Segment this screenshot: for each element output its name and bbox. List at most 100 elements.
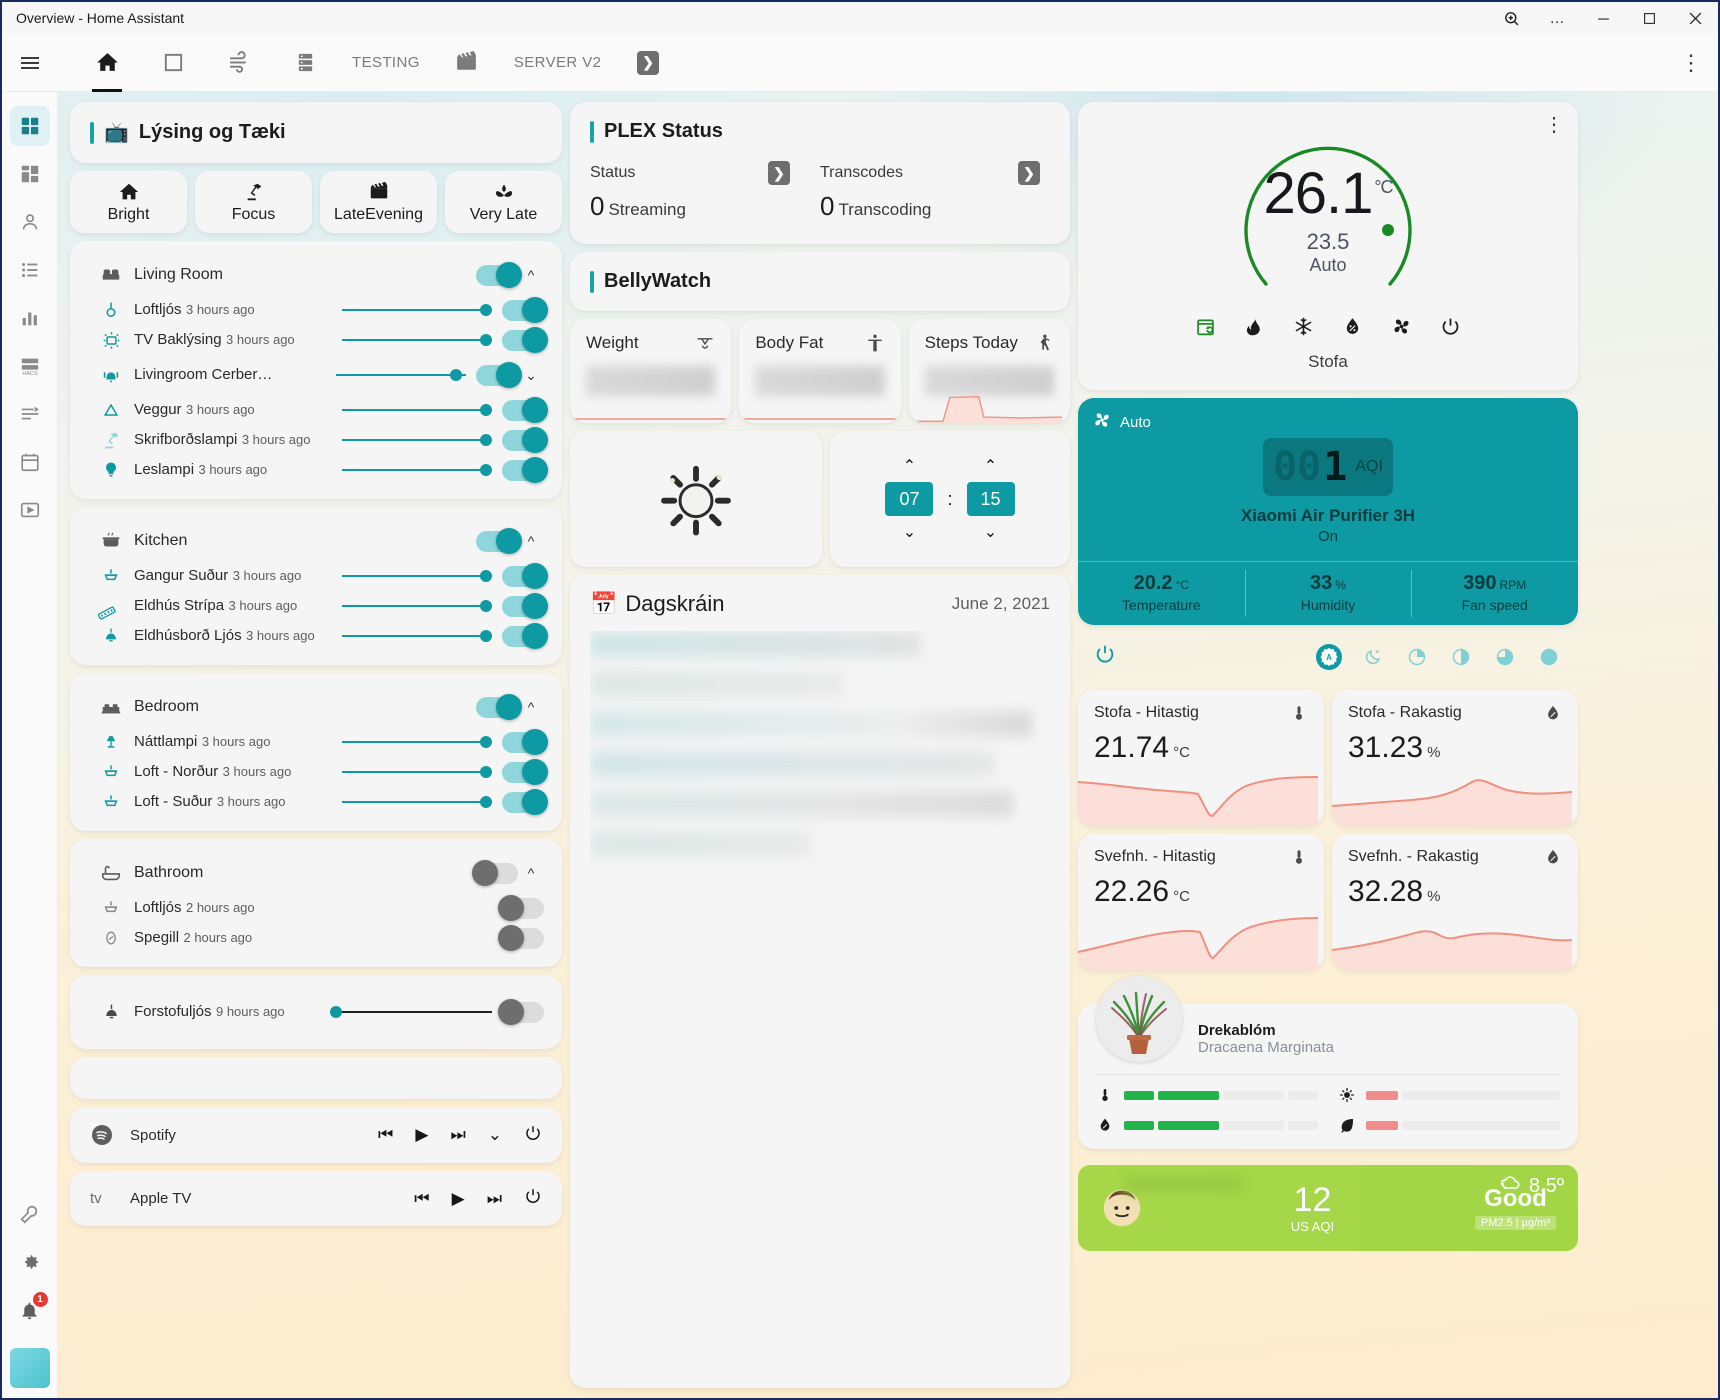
sidebar-item-settings[interactable] xyxy=(10,1242,50,1282)
plex-transcodes-expand-chip[interactable]: ❯ xyxy=(1018,161,1040,185)
minutes-field[interactable]: 15 xyxy=(967,482,1015,516)
window-maximize-button[interactable] xyxy=(1626,2,1672,34)
window-minimize-button[interactable] xyxy=(1580,2,1626,34)
brightness-slider[interactable] xyxy=(342,792,492,812)
tab-more-chevron[interactable]: ❯ xyxy=(615,34,681,92)
avatar[interactable] xyxy=(10,1348,50,1388)
sidebar-item-people[interactable] xyxy=(10,202,50,242)
window-close-button[interactable] xyxy=(1672,2,1718,34)
scene-bright[interactable]: Bright xyxy=(70,171,187,233)
light-toggle[interactable] xyxy=(502,928,544,949)
hours-down-button[interactable]: ⌄ xyxy=(903,522,916,542)
brightness-slider[interactable] xyxy=(342,626,492,646)
sidebar-item-notifications[interactable]: 1 xyxy=(10,1290,50,1330)
tab-home[interactable] xyxy=(74,34,140,92)
room-toggle[interactable] xyxy=(476,531,518,552)
fan-mode-icon[interactable] xyxy=(1391,316,1412,342)
preset-level3-icon[interactable] xyxy=(1492,644,1518,670)
scene-very-late[interactable]: Very Late xyxy=(445,171,562,233)
next-button[interactable]: ⏭ xyxy=(450,1125,465,1145)
play-button[interactable]: ▶ xyxy=(452,1189,465,1209)
hours-up-button[interactable]: ⌃ xyxy=(903,456,916,476)
light-toggle[interactable] xyxy=(502,596,544,617)
zoom-icon[interactable] xyxy=(1488,2,1534,34)
light-toggle[interactable] xyxy=(502,330,544,351)
room-header[interactable]: Bedroom ^ xyxy=(88,687,544,727)
sensor-svefnh-rakastig[interactable]: Svefnh. - Rakastig 32.28% xyxy=(1332,834,1578,970)
sensor-stofa-rakastig[interactable]: Stofa - Rakastig 31.23% xyxy=(1332,690,1578,826)
light-toggle[interactable] xyxy=(502,792,544,813)
sidebar-item-dashboards[interactable] xyxy=(10,154,50,194)
previous-button[interactable]: ⏮ xyxy=(414,1189,429,1209)
light-toggle[interactable] xyxy=(502,1002,544,1023)
tab-wind[interactable] xyxy=(206,34,272,92)
room-header[interactable]: Living Room ^ xyxy=(88,255,544,295)
brightness-slider[interactable] xyxy=(342,566,492,586)
brightness-slider[interactable] xyxy=(342,928,492,948)
room-toggle[interactable] xyxy=(476,265,518,286)
preset-level1-icon[interactable] xyxy=(1404,644,1430,670)
light-toggle[interactable] xyxy=(476,365,518,386)
light-toggle[interactable] xyxy=(502,626,544,647)
sidebar-item-todo[interactable] xyxy=(10,250,50,290)
light-toggle[interactable] xyxy=(502,762,544,783)
tile-steps-today[interactable]: Steps Today xyxy=(909,319,1070,423)
light-toggle[interactable] xyxy=(502,898,544,919)
thermostat-dial[interactable]: 26.1°C 23.5 Auto xyxy=(1208,112,1448,312)
preset-auto-icon[interactable]: A xyxy=(1316,644,1342,670)
brightness-slider[interactable] xyxy=(342,300,492,320)
cool-mode-icon[interactable] xyxy=(1293,316,1314,342)
light-toggle[interactable] xyxy=(502,460,544,481)
power-button[interactable] xyxy=(524,1124,542,1147)
sensor-stofa-hitastig[interactable]: Stofa - Hitastig 21.74°C xyxy=(1078,690,1324,826)
sidebar-item-developer-tools[interactable] xyxy=(10,1194,50,1234)
scene-lateevening[interactable]: LateEvening xyxy=(320,171,437,233)
heat-mode-icon[interactable] xyxy=(1244,316,1265,342)
light-toggle[interactable] xyxy=(502,566,544,587)
auto-mode-icon[interactable] xyxy=(1195,316,1216,342)
window-more-button[interactable]: … xyxy=(1534,2,1580,34)
brightness-slider[interactable] xyxy=(342,596,492,616)
tab-clapperboard[interactable] xyxy=(434,34,500,92)
room-toggle[interactable] xyxy=(476,697,518,718)
minutes-down-button[interactable]: ⌄ xyxy=(984,522,997,542)
preset-level2-icon[interactable] xyxy=(1448,644,1474,670)
sidebar-item-history[interactable] xyxy=(10,298,50,338)
room-toggle[interactable] xyxy=(476,863,518,884)
brightness-slider[interactable] xyxy=(342,430,492,450)
sidebar-item-logbook[interactable] xyxy=(10,394,50,434)
minutes-up-button[interactable]: ⌃ xyxy=(984,456,997,476)
light-toggle[interactable] xyxy=(502,400,544,421)
sun-card[interactable] xyxy=(570,431,822,567)
scene-focus[interactable]: Focus xyxy=(195,171,312,233)
brightness-slider[interactable] xyxy=(342,460,492,480)
play-button[interactable]: ▶ xyxy=(415,1125,428,1145)
light-toggle[interactable] xyxy=(502,430,544,451)
room-collapse-chevron[interactable]: ^ xyxy=(518,865,544,881)
sidebar-item-media[interactable] xyxy=(10,490,50,530)
sidebar-item-calendar[interactable] xyxy=(10,442,50,482)
dry-mode-icon[interactable] xyxy=(1342,316,1363,342)
tab-testing[interactable]: TESTING xyxy=(338,34,434,92)
light-toggle[interactable] xyxy=(502,300,544,321)
tab-server-v2[interactable]: SERVER V2 xyxy=(500,34,616,92)
power-mode-icon[interactable] xyxy=(1440,316,1461,342)
room-header[interactable]: Bathroom ^ xyxy=(88,853,544,893)
thermostat-menu-button[interactable]: ⋮ xyxy=(1544,112,1564,137)
brightness-slider[interactable] xyxy=(342,898,492,918)
tab-square[interactable] xyxy=(140,34,206,92)
power-button[interactable] xyxy=(524,1187,542,1210)
brightness-slider[interactable] xyxy=(342,400,492,420)
expand-button[interactable]: ⌄ xyxy=(488,1125,502,1145)
plex-status-expand-chip[interactable]: ❯ xyxy=(768,161,790,185)
toolbar-overflow-menu[interactable]: ⋮ xyxy=(1680,52,1702,74)
tile-body-fat[interactable]: Body Fat xyxy=(739,319,900,423)
brightness-slider[interactable] xyxy=(336,365,466,385)
brightness-slider[interactable] xyxy=(342,330,492,350)
hamburger-icon[interactable] xyxy=(2,51,58,75)
tab-server[interactable] xyxy=(272,34,338,92)
brightness-slider[interactable] xyxy=(342,732,492,752)
brightness-slider[interactable] xyxy=(330,1002,492,1022)
sidebar-item-hacs[interactable]: HACS xyxy=(10,346,50,386)
preset-night-icon[interactable] xyxy=(1360,644,1386,670)
